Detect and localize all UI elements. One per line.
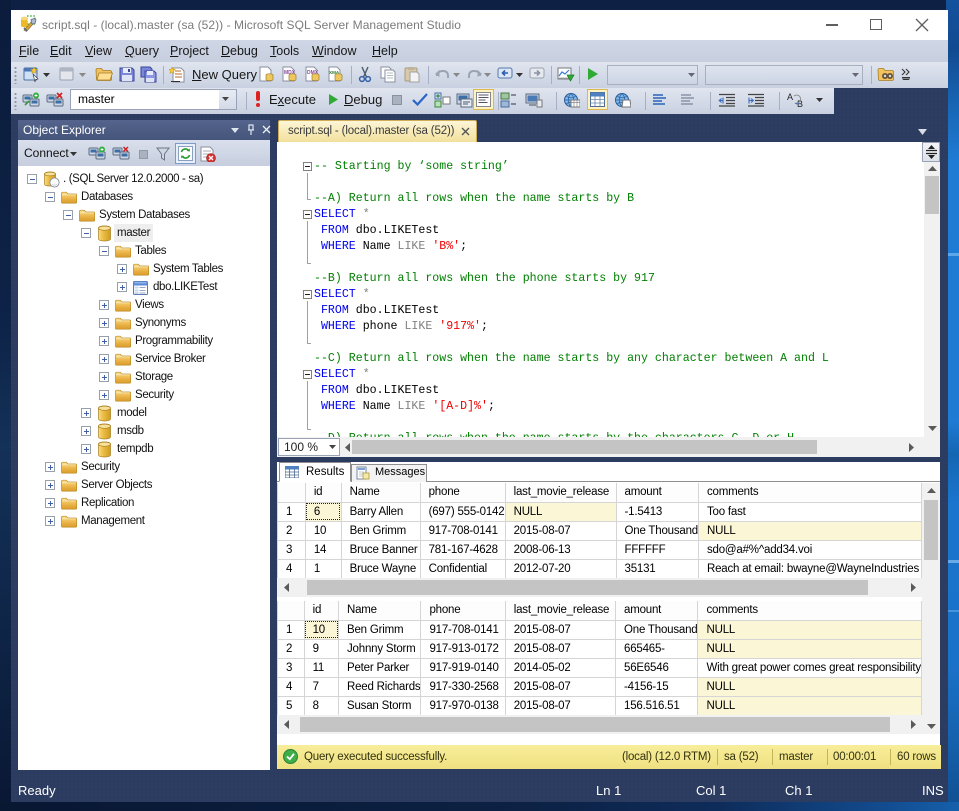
svg-text:A: A xyxy=(787,92,793,102)
